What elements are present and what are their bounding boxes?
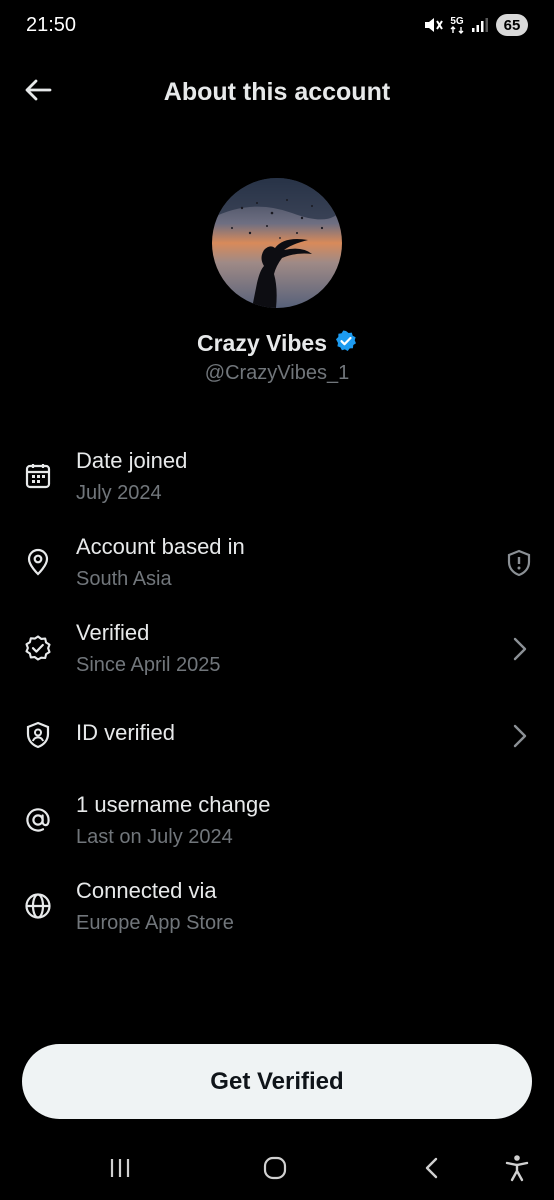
profile-name-row: Crazy Vibes [0,330,554,357]
id-shield-icon [22,719,54,751]
mute-icon [423,16,443,34]
info-title: Account based in [76,534,245,559]
battery-icon: 65 [496,14,528,36]
info-title: Connected via [76,878,217,903]
chevron-right-icon [504,634,534,664]
info-row-verified[interactable]: Verified Since April 2025 [0,616,554,686]
calendar-icon [22,460,54,492]
location-pin-icon [22,546,54,578]
handle: @CrazyVibes_1 [204,362,350,384]
info-row-id-verified[interactable]: ID verified [0,716,554,756]
5g-icon: 5G [450,16,464,34]
chevron-right-icon [504,721,534,751]
status-time: 21:50 [26,14,77,36]
verified-badge-icon [335,330,357,357]
get-verified-button[interactable]: Get Verified [22,1044,532,1119]
avatar[interactable] [212,178,342,308]
globe-icon [22,890,54,922]
system-nav-bar [0,1140,554,1200]
status-bar: 21:50 5G 65 [0,0,554,52]
back-icon [422,1156,440,1185]
recents-icon [108,1157,132,1184]
info-subtitle: July 2024 [76,482,162,504]
system-back-button[interactable] [411,1152,451,1188]
info-subtitle: South Asia [76,568,172,590]
at-sign-icon [22,804,54,836]
info-title: 1 username change [76,792,271,817]
display-name: Crazy Vibes [197,330,327,356]
accessibility-button[interactable] [497,1152,537,1188]
recents-button[interactable] [100,1152,140,1188]
info-row-account-based-in: Account based in South Asia [0,530,554,600]
info-subtitle: Last on July 2024 [76,826,233,848]
page-title: About this account [163,78,391,106]
accessibility-icon [505,1154,529,1187]
status-icons: 5G 65 [423,14,528,36]
signal-icon [471,17,489,33]
info-subtitle: Since April 2025 [76,654,221,676]
info-row-date-joined: Date joined July 2024 [0,444,554,514]
info-subtitle: Europe App Store [76,912,234,934]
header: About this account [0,62,554,122]
info-title: Verified [76,620,150,645]
shield-alert-icon[interactable] [504,548,534,578]
info-row-connected-via: Connected via Europe App Store [0,874,554,944]
info-title: ID verified [76,720,176,745]
verified-outline-icon [22,632,54,664]
info-row-username-change: 1 username change Last on July 2024 [0,788,554,858]
home-button[interactable] [255,1152,295,1188]
home-icon [262,1156,288,1185]
info-title: Date joined [76,448,188,473]
